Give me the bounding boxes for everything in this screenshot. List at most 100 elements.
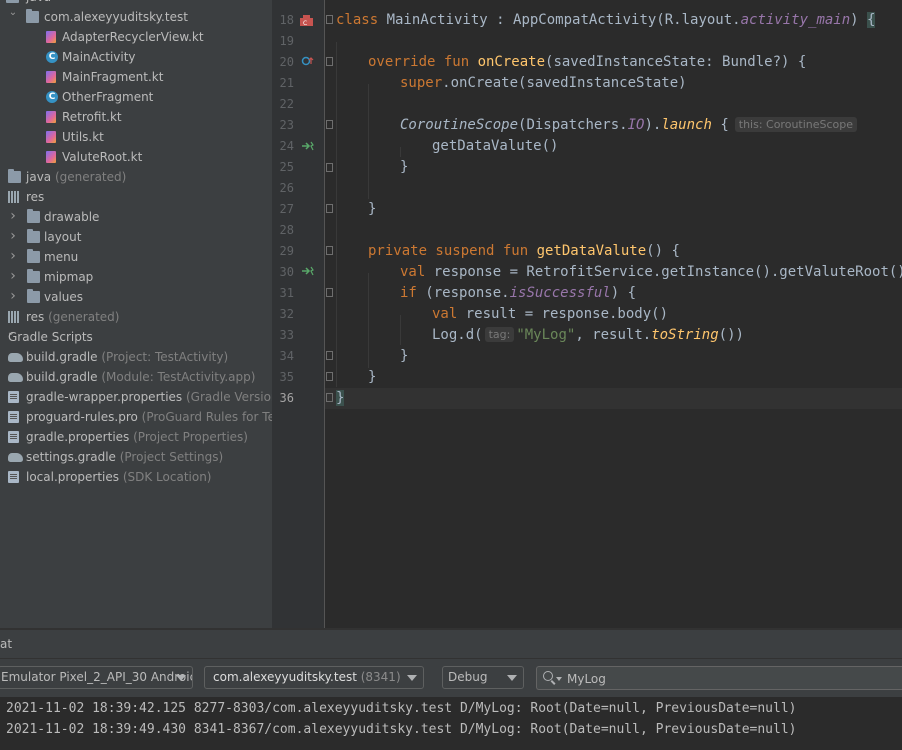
kotlin-file-icon [46, 71, 56, 83]
code-token: } [368, 369, 377, 385]
tree-item[interactable]: gradle.properties (Project Properties) [0, 427, 272, 447]
fold-marker-icon[interactable] [326, 351, 333, 360]
tree-item-hint: (generated) [44, 310, 120, 324]
code-token: "MyLog" [516, 327, 576, 343]
collapse-arrow-icon[interactable]: › [8, 206, 18, 226]
tree-item-label: MainFragment.kt [62, 67, 163, 87]
tree-item[interactable]: Utils.kt [0, 127, 272, 147]
tree-item[interactable]: C OtherFragment [0, 87, 272, 107]
tree-item-label: build.gradle (Project: TestActivity) [26, 347, 228, 367]
folder-icon [27, 289, 40, 303]
tree-item[interactable]: ⌄ Gradle Scripts [0, 327, 272, 347]
suspend-call-gutter-icon [301, 141, 315, 154]
code-token: ()) [718, 327, 744, 343]
process-dropdown[interactable]: com.alexeyyuditsky.test (8341) [204, 666, 424, 689]
line-number: 23 [279, 118, 294, 132]
tree-item-name: values [44, 290, 84, 304]
tree-item-name: MainFragment.kt [62, 70, 164, 84]
fold-marker-icon[interactable] [326, 288, 333, 297]
code-token: } [336, 390, 345, 406]
tree-item[interactable]: C MainActivity [0, 47, 272, 67]
fold-marker-icon[interactable] [326, 57, 333, 66]
logcat-output[interactable]: 2021-11-02 18:39:42.125 8277-8303/com.al… [0, 697, 902, 750]
fold-marker-icon[interactable] [326, 15, 333, 24]
tree-item[interactable]: MainFragment.kt [0, 67, 272, 87]
activity-gutter-icon[interactable]: C [299, 13, 313, 27]
tree-item[interactable]: proguard-rules.pro (ProGuard Rules for T… [0, 407, 272, 427]
code-token: , result. [575, 327, 652, 343]
tree-item-label: settings.gradle (Project Settings) [26, 447, 223, 467]
tree-item[interactable]: AdapterRecyclerView.kt [0, 27, 272, 47]
tree-item[interactable]: res [0, 187, 272, 207]
process-name: com.alexeyyuditsky.test [213, 670, 357, 684]
kotlin-file-icon [46, 151, 56, 163]
log-line: 2021-11-02 18:39:42.125 8277-8303/com.al… [6, 701, 797, 716]
tree-item[interactable]: › layout [0, 227, 272, 247]
code-token: result = response.body() [465, 306, 669, 322]
type-hint: this: CoroutineScope [734, 117, 858, 132]
tree-item[interactable]: ⌄ com.alexeyyuditsky.test [0, 7, 272, 27]
tree-item[interactable]: build.gradle (Module: TestActivity.app) [0, 367, 272, 387]
package-folder-icon [26, 9, 39, 23]
logcat-search-field[interactable] [536, 666, 902, 690]
tree-item[interactable]: java [0, 0, 272, 7]
tree-item[interactable]: java (generated) [0, 167, 272, 187]
tree-item[interactable]: › values [0, 287, 272, 307]
collapse-arrow-icon[interactable]: › [8, 266, 18, 286]
tree-item-name: ValuteRoot.kt [62, 150, 143, 164]
log-level-dropdown[interactable]: Debug [442, 666, 524, 689]
fold-marker-icon[interactable] [326, 372, 333, 381]
log-level-label: Debug [448, 670, 488, 684]
tree-item[interactable]: Retrofit.kt [0, 107, 272, 127]
tree-item-label: menu [44, 247, 78, 267]
tree-item-label: mipmap [44, 267, 93, 287]
tree-item[interactable]: ValuteRoot.kt [0, 147, 272, 167]
device-dropdown-label: Emulator Pixel_2_API_30 Androic [1, 670, 193, 684]
tree-item-hint: (Gradle Version) [185, 390, 272, 404]
tree-item-label: build.gradle (Module: TestActivity.app) [26, 367, 255, 387]
search-icon[interactable] [543, 671, 553, 681]
code-token: getDataValute [536, 243, 647, 259]
tree-item-label: res (generated) [26, 307, 119, 327]
tree-item-hint: (SDK Location) [119, 470, 212, 484]
tree-item[interactable]: › menu [0, 247, 272, 267]
line-number: 19 [279, 34, 294, 48]
current-line-highlight [325, 388, 902, 409]
code-token: val [432, 306, 466, 322]
logcat-search-input[interactable] [565, 669, 889, 689]
folder-icon [27, 249, 40, 263]
code-token: onCreate [477, 54, 546, 70]
tree-item-name: gradle.properties [26, 430, 130, 444]
fold-marker-icon[interactable] [326, 163, 333, 172]
tree-item[interactable]: local.properties (SDK Location) [0, 467, 272, 487]
code-line: } [400, 346, 408, 367]
tree-item[interactable]: settings.gradle (Project Settings) [0, 447, 272, 467]
tree-item[interactable]: › mipmap [0, 267, 272, 287]
code-token: ). [644, 117, 662, 133]
fold-marker-icon[interactable] [326, 204, 333, 213]
device-dropdown[interactable]: Emulator Pixel_2_API_30 Androic [0, 666, 193, 689]
tree-item-label: Retrofit.kt [62, 107, 122, 127]
expand-arrow-icon[interactable]: ⌄ [8, 3, 18, 23]
tree-item[interactable]: res (generated) [0, 307, 272, 327]
collapse-arrow-icon[interactable]: › [8, 226, 18, 246]
kotlin-file-icon [46, 131, 56, 143]
tree-item[interactable]: build.gradle (Project: TestActivity) [0, 347, 272, 367]
tree-item[interactable]: › drawable [0, 207, 272, 227]
tree-item-hint: (Project Settings) [115, 450, 224, 464]
tree-item-label: drawable [44, 207, 99, 227]
tree-item-label: gradle.properties (Project Properties) [26, 427, 248, 447]
search-history-dropdown-icon[interactable] [556, 677, 562, 681]
fold-marker-icon[interactable] [326, 393, 333, 402]
collapse-arrow-icon[interactable]: › [8, 286, 18, 306]
code-token: override fun [368, 54, 478, 70]
tree-item-label: proguard-rules.pro (ProGuard Rules for T… [26, 407, 272, 427]
tree-item-label: values [44, 287, 83, 307]
code-line: } [368, 199, 376, 220]
fold-marker-icon[interactable] [326, 246, 333, 255]
tree-item[interactable]: gradle-wrapper.properties (Gradle Versio… [0, 387, 272, 407]
collapse-arrow-icon[interactable]: › [8, 246, 18, 266]
fold-marker-icon[interactable] [326, 120, 333, 129]
override-gutter-icon[interactable] [301, 56, 315, 69]
code-token: (Dispatchers. [518, 117, 628, 133]
